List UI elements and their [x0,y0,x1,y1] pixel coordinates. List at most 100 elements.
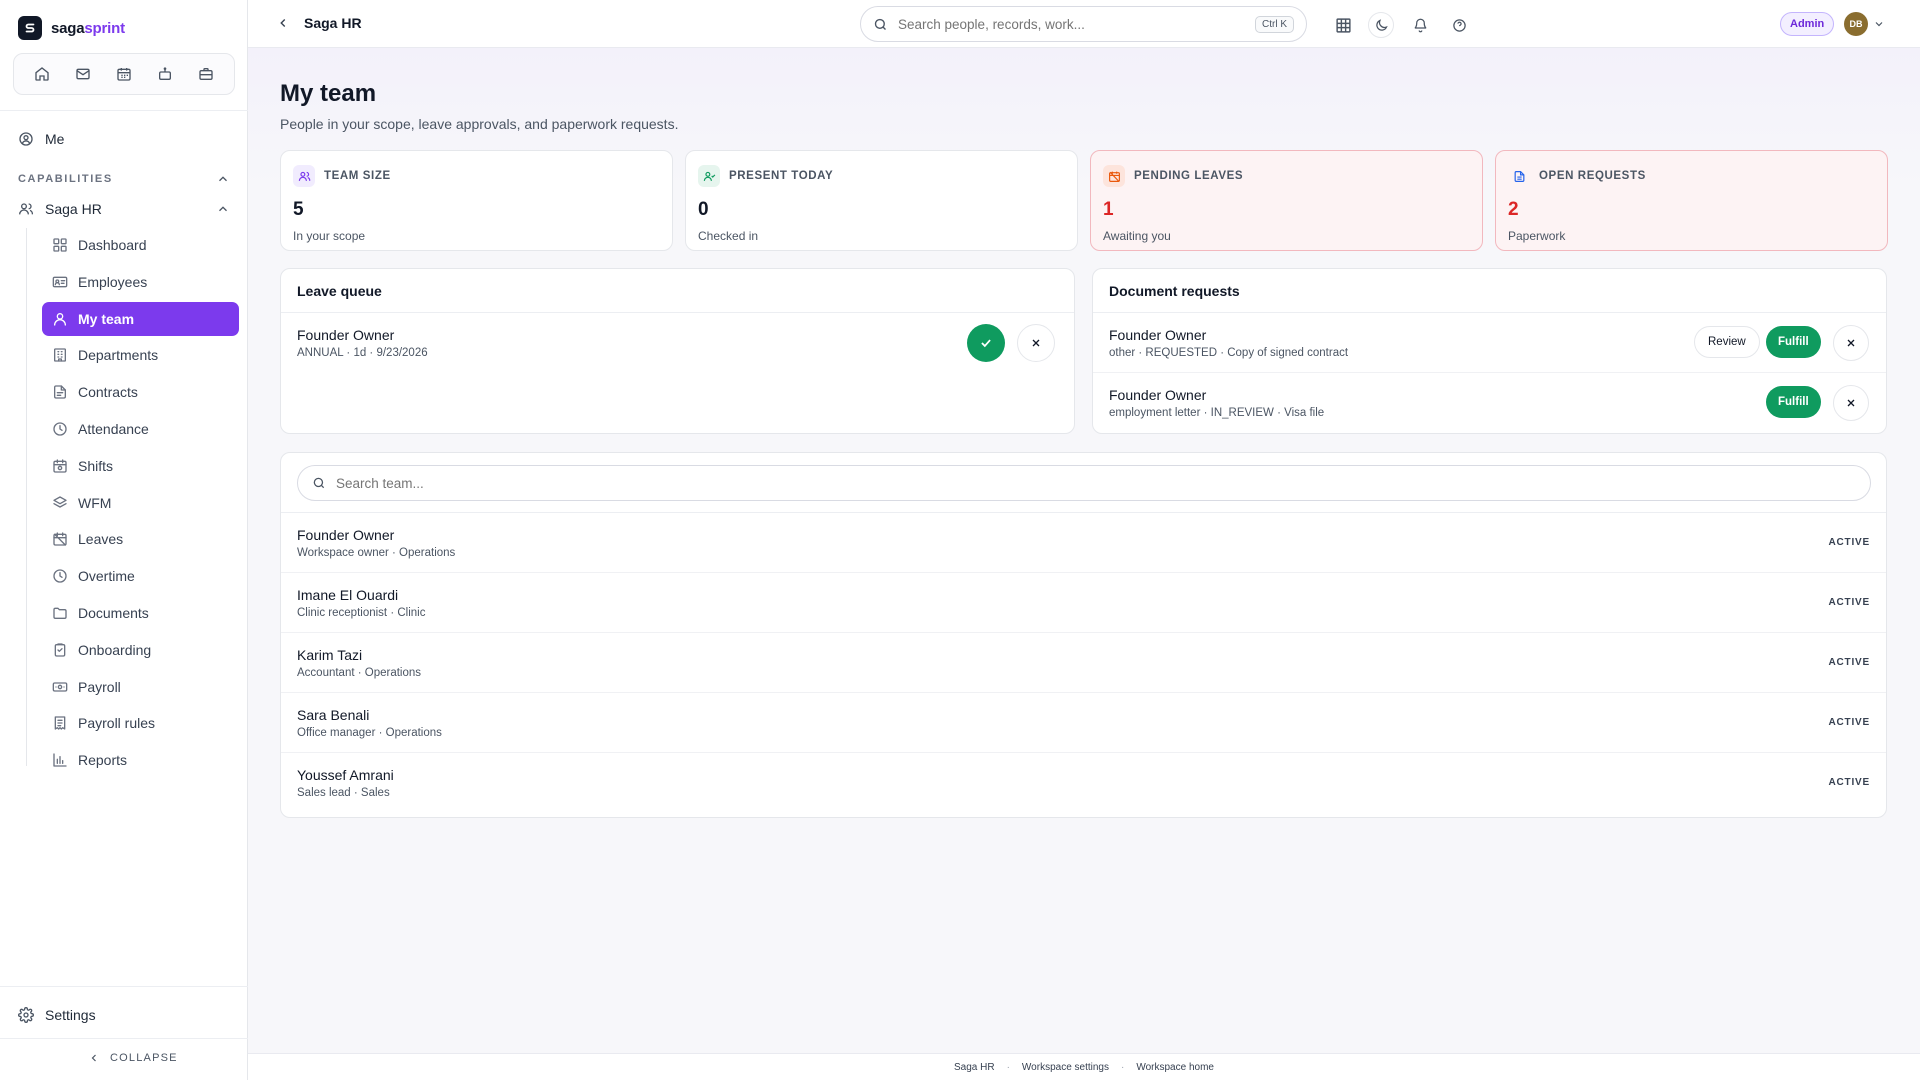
sidebar-item-label: Me [45,131,65,147]
briefcase-icon[interactable] [192,60,220,88]
sidebar-item-attendance[interactable]: Attendance [42,412,239,446]
decline-document-button[interactable] [1833,385,1869,421]
folder-icon [52,605,68,621]
global-search-input[interactable] [898,16,1245,32]
global-search[interactable]: Ctrl K [860,6,1307,42]
banknote-icon [52,679,68,695]
brand[interactable]: sagasprint [18,16,125,40]
home-icon[interactable] [28,60,56,88]
clock-icon [52,568,68,584]
member-meta: Office manager · Operations [297,727,442,739]
stat-caption: Paperwork [1508,229,1566,243]
sidebar-item-employees[interactable]: Employees [42,265,239,299]
stat-value: 5 [293,199,304,220]
sidebar-item-me[interactable]: Me [18,131,64,147]
sidebar-item-overtime[interactable]: Overtime [42,559,239,593]
page-title: My team [280,80,377,107]
close-icon [1030,337,1042,349]
footer-link-saga-hr[interactable]: Saga HR [954,1062,995,1073]
role-badge[interactable]: Admin [1780,12,1835,36]
user-circle-icon [18,131,34,147]
sidebar-item-onboarding[interactable]: Onboarding [42,633,239,667]
stat-team-size: TEAM SIZE 5 In your scope [280,150,673,251]
member-name: Karim Tazi [297,647,363,663]
stat-caption: Awaiting you [1103,229,1171,243]
stat-value: 0 [698,199,709,220]
clock-icon [52,421,68,437]
shortcut-badge: Ctrl K [1255,15,1294,33]
footer-separator: · [1006,1061,1010,1073]
team-member-row[interactable]: Founder Owner Workspace owner · Operatio… [281,513,1886,573]
document-requester: Founder Owner [1109,387,1207,403]
list-item: Founder Owner ANNUAL · 1d · 9/23/2026 [281,313,1074,373]
sidebar-item-label: Documents [78,604,149,621]
sidebar-item-settings[interactable]: Settings [18,1007,96,1023]
back-button[interactable]: Saga HR [276,15,362,31]
stat-label: OPEN REQUESTS [1539,170,1646,182]
sidebar-item-label: WFM [78,494,112,511]
sidebar-item-label: Contracts [78,384,138,401]
receipt-icon [52,715,68,731]
chevron-down-icon[interactable] [1873,18,1885,30]
file-icon [52,384,68,400]
users-icon [18,201,34,217]
fulfill-button[interactable]: Fulfill [1766,386,1821,418]
footer-link-workspace-settings[interactable]: Workspace settings [1022,1062,1109,1073]
list-item: Founder Owner other · REQUESTED · Copy o… [1093,313,1886,373]
sidebar-item-leaves[interactable]: Leaves [42,522,239,556]
sidebar-item-payroll[interactable]: Payroll [42,670,239,704]
chevron-left-icon [88,1052,100,1064]
team-search-input[interactable] [336,475,1856,491]
users-icon [293,165,315,187]
member-meta: Accountant · Operations [297,667,422,679]
collapse-button[interactable]: COLLAPSE [88,1052,178,1064]
saga-hr-group[interactable]: Saga HR [18,201,230,217]
sidebar-item-label: Payroll rules [78,715,156,732]
bell-icon[interactable] [1407,12,1433,38]
team-member-row[interactable]: Sara Benali Office manager · Operations … [281,693,1886,753]
file-text-icon [1508,165,1530,187]
calendar-off-icon [52,531,68,547]
team-member-row[interactable]: Imane El Ouardi Clinic receptionist · Cl… [281,573,1886,633]
robot-icon[interactable] [151,60,179,88]
sidebar-item-documents[interactable]: Documents [42,596,239,630]
help-icon[interactable] [1446,12,1472,38]
quick-links [13,53,235,95]
calendar-icon[interactable] [110,60,138,88]
avatar[interactable]: DB [1844,12,1868,36]
calendar-off-icon [1103,165,1125,187]
document-meta: other · REQUESTED · Copy of signed contr… [1109,347,1349,359]
sidebar-item-departments[interactable]: Departments [42,338,239,372]
capabilities-header[interactable]: CAPABILITIES [18,172,230,186]
check-icon [979,336,993,350]
sidebar-item-dashboard[interactable]: Dashboard [42,228,239,262]
sidebar-item-shifts[interactable]: Shifts [42,449,239,483]
apps-grid-icon[interactable] [1330,12,1356,38]
reject-leave-button[interactable] [1017,324,1055,362]
sidebar-item-contracts[interactable]: Contracts [42,375,239,409]
mail-icon[interactable] [69,60,97,88]
team-member-row[interactable]: Youssef Amrani Sales lead · Sales ACTIVE [281,753,1886,813]
app-title: Saga HR [304,15,362,31]
close-icon [1845,397,1857,409]
dashboard-icon [52,237,68,253]
decline-document-button[interactable] [1833,325,1869,361]
approve-leave-button[interactable] [967,324,1005,362]
sidebar-item-label: Shifts [78,457,114,474]
calendar-clock-icon [52,458,68,474]
footer: Saga HR · Workspace settings · Workspace… [248,1053,1920,1080]
moon-icon[interactable] [1368,12,1394,38]
team-card: Founder Owner Workspace owner · Operatio… [280,452,1887,818]
team-member-row[interactable]: Karim Tazi Accountant · Operations ACTIV… [281,633,1886,693]
sidebar-item-wfm[interactable]: WFM [42,486,239,520]
review-button[interactable]: Review [1694,326,1760,358]
team-search[interactable] [297,465,1871,501]
footer-link-workspace-home[interactable]: Workspace home [1136,1062,1214,1073]
member-name: Founder Owner [297,527,395,543]
sidebar-item-my-team[interactable]: My team [42,301,239,336]
status-badge: ACTIVE [1828,657,1870,668]
stat-caption: Checked in [698,229,759,243]
fulfill-button[interactable]: Fulfill [1766,326,1821,358]
sidebar-item-payroll-rules[interactable]: Payroll rules [42,706,239,740]
sidebar-item-reports[interactable]: Reports [42,743,239,777]
